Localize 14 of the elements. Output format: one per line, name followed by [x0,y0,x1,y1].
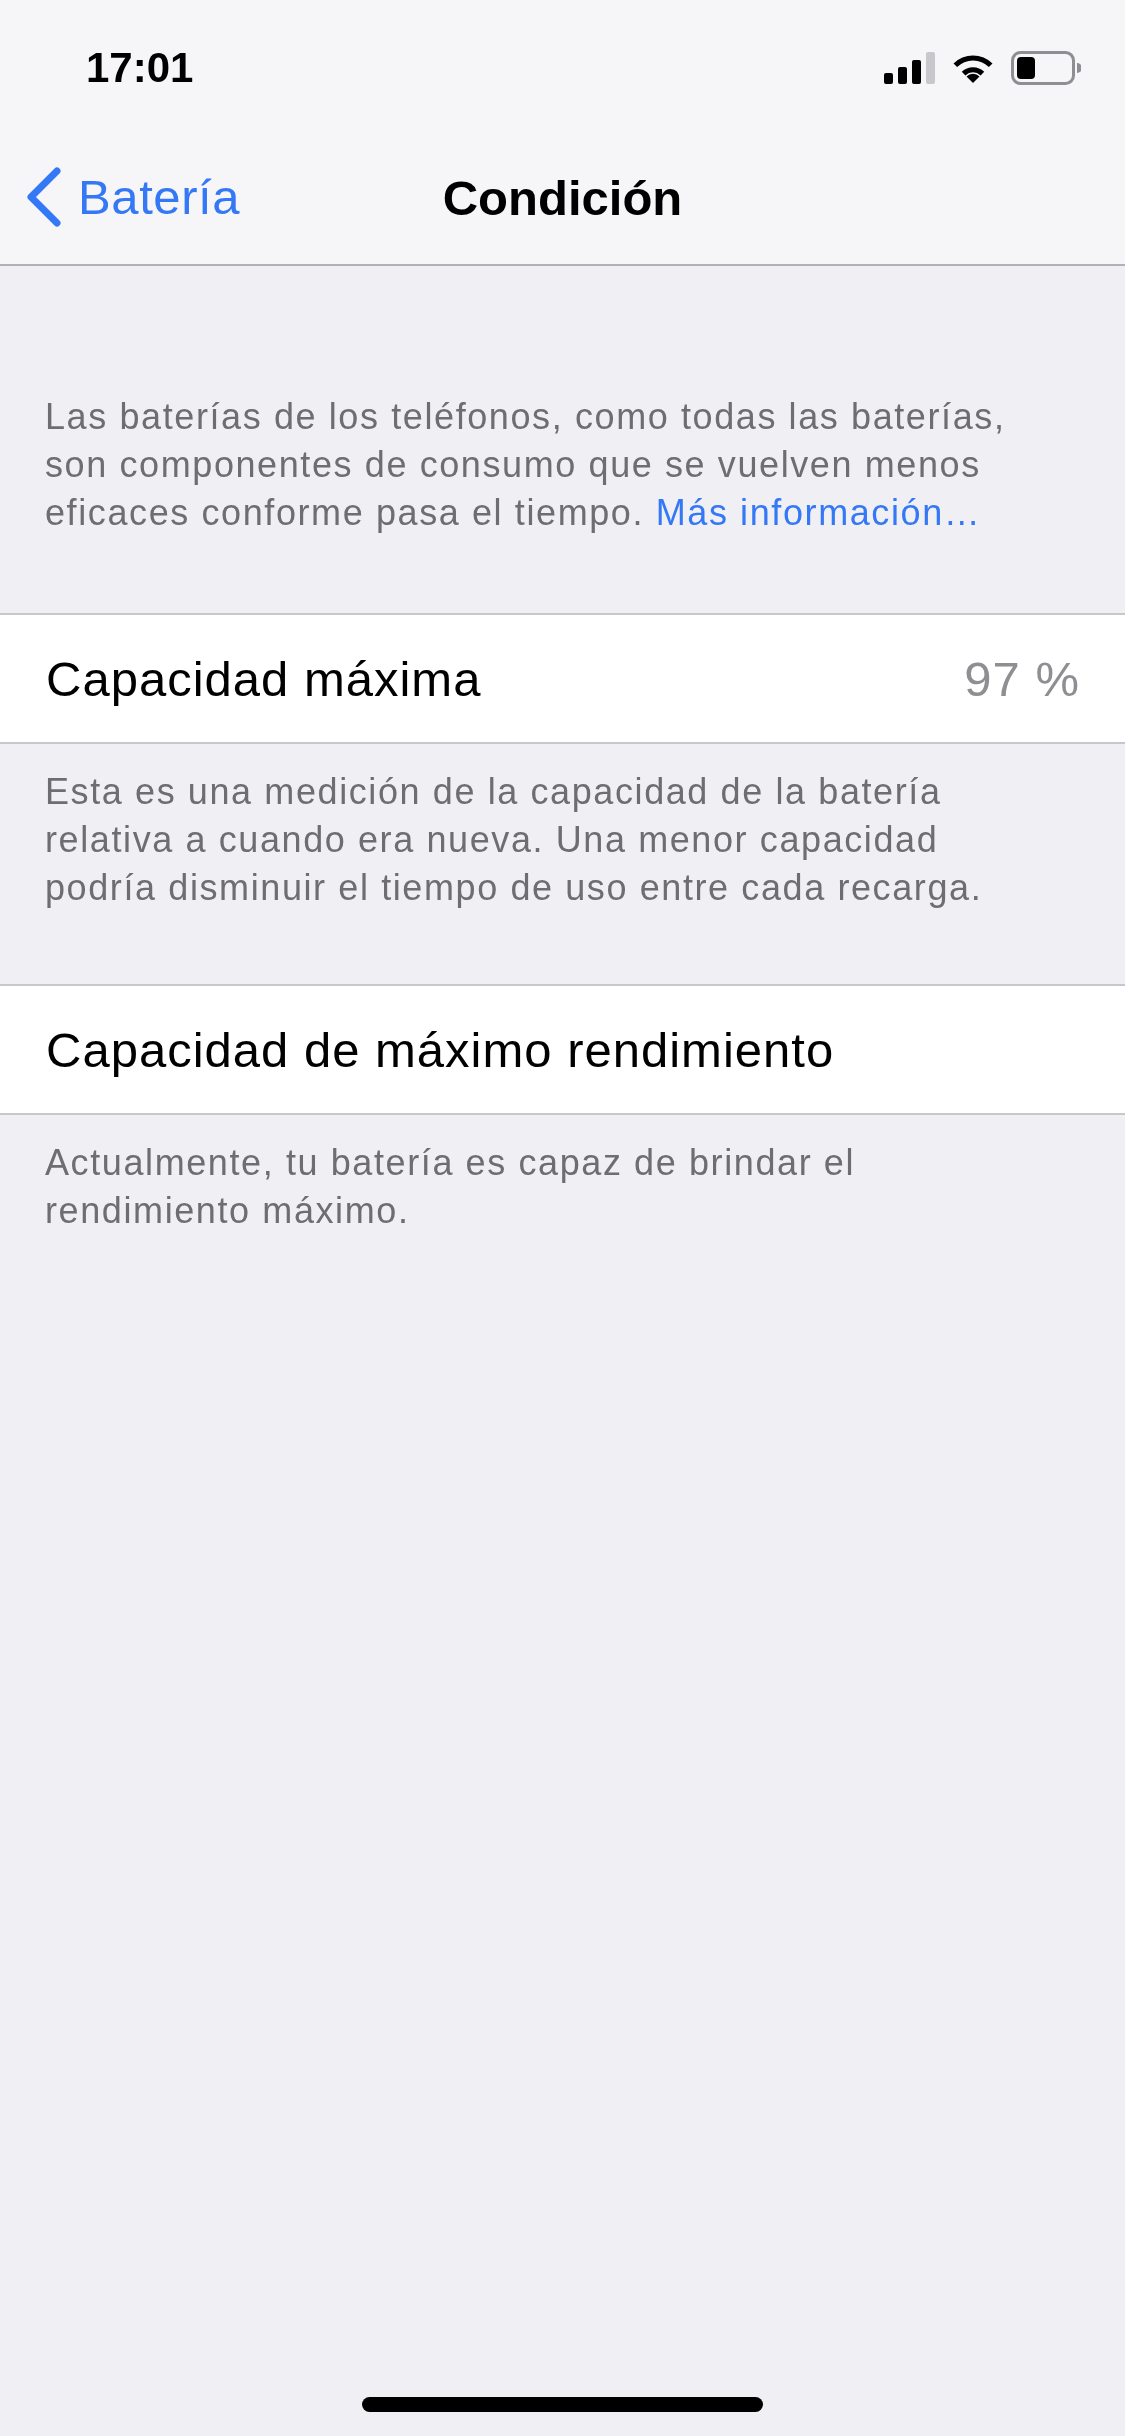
intro-paragraph: Las baterías de los teléfonos, como todas las baterías, son componentes de consumo que se vuelven menos eficaces conforme pasa el tiempo. Más información… [44,395,1007,535]
section-footer-text: Esta es una medición de la capacidad de la batería relativa a cuando era nueva. Una menor capacidad podría disminuir el tiempo de uso entre cada recarga. [44,770,984,910]
signal-icon [884,52,935,84]
row-value: 97 % [964,650,1080,707]
back-button[interactable]: Batería [26,164,241,230]
section-footer-text: Actualmente, tu batería es capaz de brindar el rendimiento máximo. [44,1141,857,1233]
row-label: Capacidad de máximo rendimiento [46,1021,835,1078]
status-time: 17:01 [86,44,194,92]
row-label: Capacidad máxima [46,650,482,707]
chevron-left-icon [26,166,62,228]
more-info-link[interactable]: Más información… [655,492,982,533]
battery-icon [1011,51,1081,85]
wifi-icon [953,53,993,83]
page-title: Condición [442,170,683,226]
